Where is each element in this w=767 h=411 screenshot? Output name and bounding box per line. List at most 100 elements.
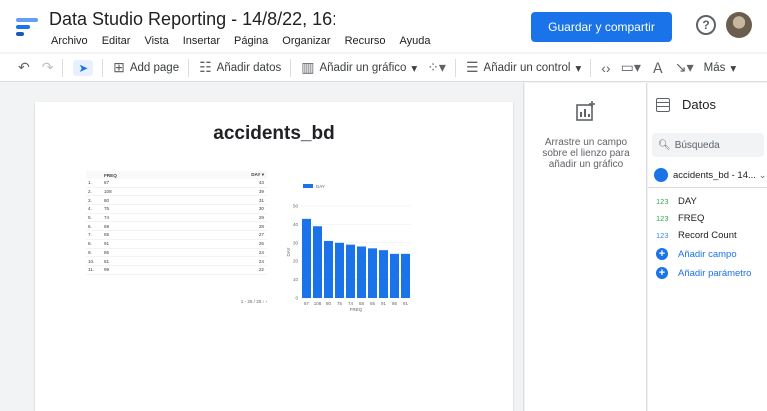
save-and-share-button[interactable]: Guardar y compartir: [531, 12, 672, 42]
table-row[interactable]: 4. 75 30: [86, 205, 267, 214]
field-freq[interactable]: 123 FREQ: [656, 213, 704, 224]
add-field-button[interactable]: + Añadir campo: [656, 248, 737, 260]
menu-insertar[interactable]: Insertar: [176, 35, 227, 47]
y-tick-label: 50: [293, 204, 299, 209]
bar-chart-svg: DAY 0 10 20 30 40 50 DAY 87 108 80 75 74 68 65 91 86 91 FR…: [286, 184, 411, 312]
x-tick-label: 74: [348, 301, 354, 306]
legend-label: DAY: [316, 184, 325, 189]
report-title-text[interactable]: accidents_bd: [35, 123, 513, 145]
expand-collapse-icon[interactable]: ⌄: [759, 170, 767, 181]
report-name[interactable]: Data Studio Reporting - 14/8/22, 16:06: [49, 9, 335, 30]
search-input[interactable]: 🔍︎ Búsqueda: [652, 133, 764, 157]
data-source-selector[interactable]: accidents_bd - 14... ⌄: [654, 168, 766, 182]
add-chart-panel: Arrastre un campo sobre el lienzo para a…: [525, 83, 647, 411]
table-row[interactable]: 7. 65 27: [86, 231, 267, 240]
table-row[interactable]: 6. 68 28: [86, 222, 267, 232]
toolbar-divider: [188, 58, 190, 77]
add-page-button[interactable]: ⊞ Add page: [113, 59, 179, 76]
table-row[interactable]: 1. 87 43: [86, 179, 267, 188]
undo-icon[interactable]: ↶: [18, 59, 30, 76]
table-cell: 31: [258, 197, 264, 203]
text-icon[interactable]: Ａ: [651, 58, 665, 78]
field-day[interactable]: 123 DAY: [656, 196, 697, 207]
search-icon: 🔍︎: [658, 139, 671, 151]
table-cell: 10.: [88, 258, 95, 264]
select-cursor-icon[interactable]: ➤: [73, 59, 94, 76]
add-control-button[interactable]: ☰ Añadir un control ▾: [466, 59, 581, 76]
more-button[interactable]: Más ▾: [704, 61, 737, 75]
table-cell: 80: [104, 197, 110, 203]
table-cell: 2.: [88, 189, 92, 195]
data-studio-logo-icon[interactable]: [14, 14, 40, 40]
x-tick-label: 87: [304, 301, 310, 306]
add-page-icon: ⊞: [113, 59, 125, 75]
table-cell: 43: [258, 180, 264, 186]
app-header: Data Studio Reporting - 14/8/22, 16:06 A…: [0, 0, 767, 52]
x-tick-label: 65: [370, 301, 376, 306]
toolbar-divider: [454, 58, 456, 77]
number-type-icon: 123: [656, 231, 669, 240]
add-data-button[interactable]: ☷ Añadir datos: [199, 59, 281, 76]
menu-organizar[interactable]: Organizar: [275, 35, 337, 47]
bar-chart[interactable]: DAY 0 10 20 30 40 50 DAY 87 108 80 75 74 68 65 91 86 91 FR…: [285, 180, 415, 320]
table-cell: 99: [104, 267, 110, 273]
table-row[interactable]: 8. 91 26: [86, 240, 267, 249]
drag-field-hint: Arrastre un campo sobre el lienzo para a…: [542, 137, 630, 170]
help-icon[interactable]: ?: [696, 15, 716, 35]
table-cell: 86: [104, 249, 110, 255]
table-header-freq[interactable]: FREQ: [104, 173, 237, 178]
y-axis-label: DAY: [286, 248, 291, 257]
report-page[interactable]: accidents_bd FREQ DAY ▾ 1. 87 43 2. 108 39 3. 8…: [35, 102, 513, 411]
legend-swatch: [303, 184, 313, 188]
table-row[interactable]: 10. 81 24: [86, 257, 267, 266]
chevron-down-icon: ▾: [575, 62, 582, 75]
bar: [378, 250, 389, 298]
bar: [367, 248, 378, 298]
avatar[interactable]: [726, 12, 752, 38]
x-tick-label: 91: [381, 301, 387, 306]
filter-control-icon: ☰: [465, 59, 479, 75]
embed-code-icon[interactable]: ‹›: [601, 60, 610, 76]
table-row[interactable]: 5. 74 29: [86, 214, 267, 223]
bar: [312, 226, 323, 298]
community-viz-icon[interactable]: ⁘▾: [427, 59, 446, 76]
menu-recurso[interactable]: Recurso: [338, 35, 393, 47]
image-icon[interactable]: ▭▾: [621, 59, 641, 76]
table-cell: 27: [258, 232, 264, 238]
menu-ayuda[interactable]: Ayuda: [393, 35, 438, 47]
x-tick-label: 91: [403, 301, 409, 306]
menu-editar[interactable]: Editar: [95, 35, 138, 47]
table-row[interactable]: 3. 80 31: [86, 196, 267, 206]
table-cell: 6.: [88, 223, 92, 229]
bar: [345, 244, 356, 298]
report-canvas[interactable]: accidents_bd FREQ DAY ▾ 1. 87 43 2. 108 39 3. 8…: [0, 83, 524, 411]
divider: [648, 187, 767, 188]
bar: [389, 253, 400, 298]
toolbar-divider: [290, 58, 292, 77]
redo-icon[interactable]: ↷: [42, 59, 54, 76]
menu-vista[interactable]: Vista: [137, 35, 175, 47]
bar: [356, 246, 367, 298]
table-cell: 91: [104, 241, 110, 247]
data-table[interactable]: FREQ DAY ▾ 1. 87 43 2. 108 39 3. 80 31 4. 75 30 5. 74…: [86, 171, 267, 275]
add-parameter-button[interactable]: + Añadir parámetro: [656, 267, 751, 279]
table-header-day[interactable]: DAY ▾: [237, 172, 267, 178]
menu-pagina[interactable]: Página: [227, 35, 275, 47]
table-pager[interactable]: 1 - 25 / 25 ‹ ›: [86, 299, 267, 304]
table-row[interactable]: 9. 86 24: [86, 249, 267, 258]
x-tick-label: 86: [392, 301, 398, 306]
field-record-count[interactable]: 123 Record Count: [656, 230, 737, 241]
menu-archivo[interactable]: Archivo: [44, 35, 95, 47]
bar: [323, 240, 334, 298]
toolbar: ↶ ↷ ➤ ⊞ Add page ☷ Añadir datos ▥ Añadir…: [0, 54, 767, 82]
add-chart-button[interactable]: ▥ Añadir un gráfico ▾: [301, 59, 417, 76]
y-tick-label: 20: [293, 259, 299, 264]
table-body: 1. 87 43 2. 108 39 3. 80 31 4. 75 30 5. 74 29 6. 68 28 7. 6…: [86, 179, 267, 275]
add-chart-icon: ▥: [301, 59, 315, 75]
data-panel-header: Datos: [656, 97, 716, 112]
table-row[interactable]: 11. 99 22: [86, 266, 267, 275]
table-row[interactable]: 2. 108 39: [86, 188, 267, 197]
x-tick-label: 75: [337, 301, 343, 306]
table-cell: 22: [258, 267, 264, 273]
line-icon[interactable]: ↘▾: [675, 59, 694, 76]
